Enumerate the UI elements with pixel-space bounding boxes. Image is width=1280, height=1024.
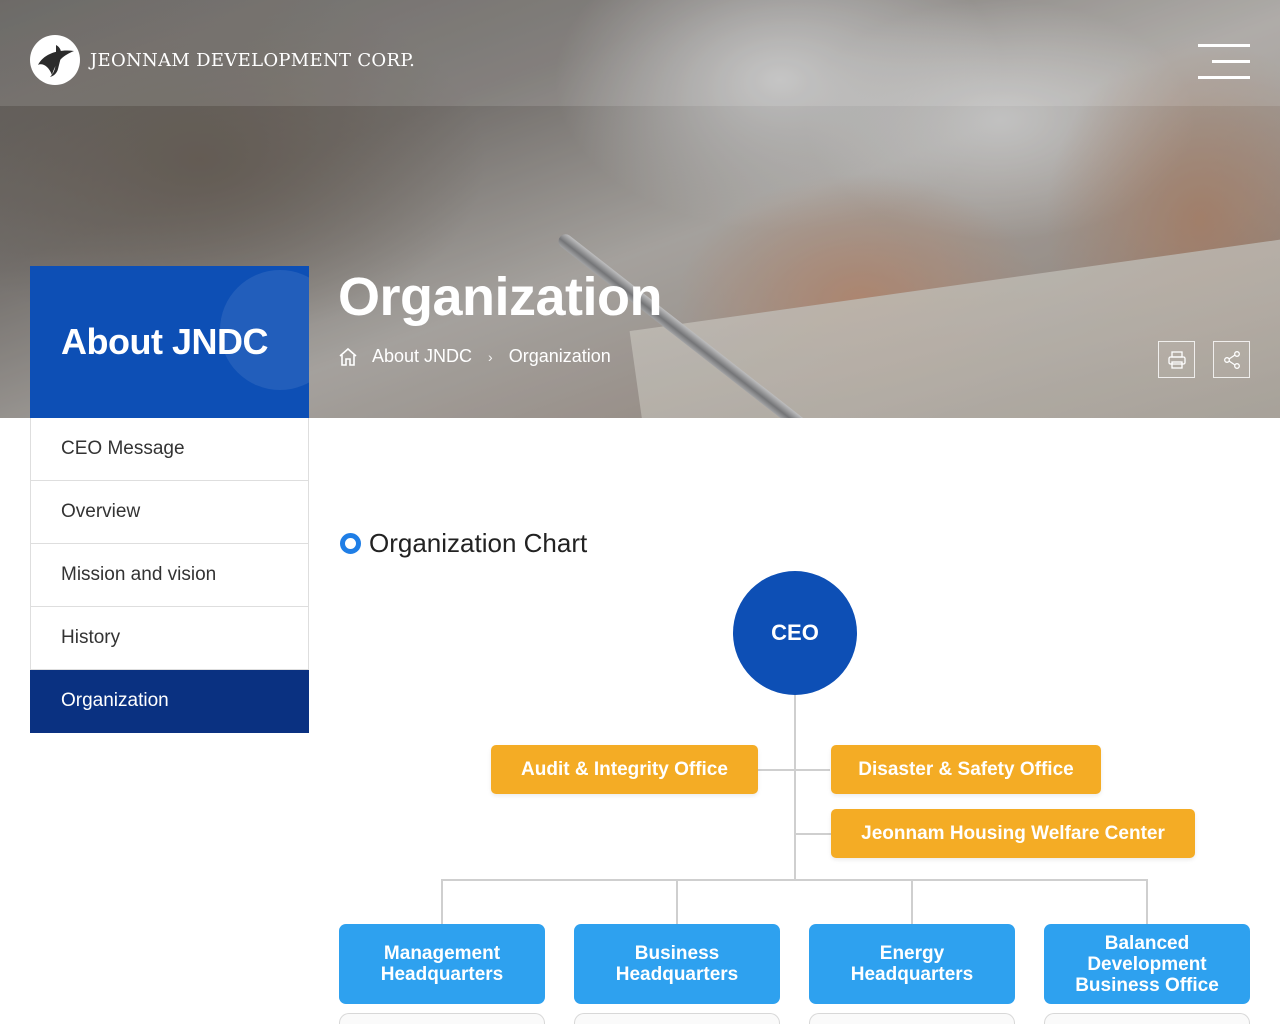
org-node-audit-office: Audit & Integrity Office	[491, 745, 758, 794]
connector-hq-3	[911, 879, 913, 924]
jndc-logo-icon	[30, 35, 80, 85]
share-icon	[1223, 350, 1240, 369]
connector-hq-4	[1146, 879, 1148, 924]
connector-staff	[758, 769, 830, 771]
section-heading: Organization Chart	[340, 528, 587, 559]
org-node-energy-hq: Energy Headquarters	[809, 924, 1015, 1004]
org-node-business-hq: Business Headquarters	[574, 924, 780, 1004]
section-title: Organization Chart	[369, 528, 588, 558]
top-header: JEONNAM DEVELOPMENT CORP.	[0, 0, 1280, 106]
share-button[interactable]	[1213, 341, 1250, 378]
org-subgroup-1	[339, 1013, 545, 1024]
org-subgroup-4	[1044, 1013, 1250, 1024]
org-node-safety-office: Disaster & Safety Office	[831, 745, 1101, 794]
circle-bullet-icon	[340, 533, 361, 554]
connector-horizontal	[442, 879, 1148, 881]
connector-vertical	[794, 695, 796, 881]
chevron-right-icon: ›	[488, 348, 493, 365]
org-chart: CEO Audit & Integrity Office Disaster & …	[330, 560, 1260, 1024]
sidebar-header: About JNDC	[30, 266, 309, 418]
org-node-balanced-development: Balanced Development Business Office	[1044, 924, 1250, 1004]
org-subgroup-2	[574, 1013, 780, 1024]
sidebar-nav: CEO Message Overview Mission and vision …	[30, 418, 309, 733]
org-node-ceo: CEO	[733, 571, 857, 695]
sidebar-item-overview[interactable]: Overview	[30, 481, 309, 544]
breadcrumb-about-jndc[interactable]: About JNDC	[372, 346, 472, 367]
sidebar-item-history[interactable]: History	[30, 607, 309, 670]
company-logo[interactable]: JEONNAM DEVELOPMENT CORP.	[30, 35, 415, 85]
company-name: JEONNAM DEVELOPMENT CORP.	[90, 49, 416, 71]
org-subgroup-3	[809, 1013, 1015, 1024]
sidebar-item-ceo-message[interactable]: CEO Message	[30, 418, 309, 481]
connector-welfare	[795, 833, 831, 835]
breadcrumb-current: Organization	[508, 346, 611, 366]
hamburger-menu-icon[interactable]	[1198, 44, 1250, 80]
home-icon[interactable]	[338, 347, 358, 367]
connector-hq-2	[676, 879, 678, 924]
org-node-management-hq: Management Headquarters	[339, 924, 545, 1004]
sidebar-item-mission-and-vision[interactable]: Mission and vision	[30, 544, 309, 607]
print-button[interactable]	[1158, 341, 1195, 378]
page-title: Organization	[338, 267, 663, 327]
print-icon	[1167, 350, 1186, 369]
breadcrumb: About JNDC › Organization	[338, 346, 611, 367]
connector-hq-1	[441, 879, 443, 924]
sidebar-title: About JNDC	[61, 321, 268, 362]
org-node-housing-welfare: Jeonnam Housing Welfare Center	[831, 809, 1195, 858]
sidebar-item-organization[interactable]: Organization	[30, 670, 309, 733]
